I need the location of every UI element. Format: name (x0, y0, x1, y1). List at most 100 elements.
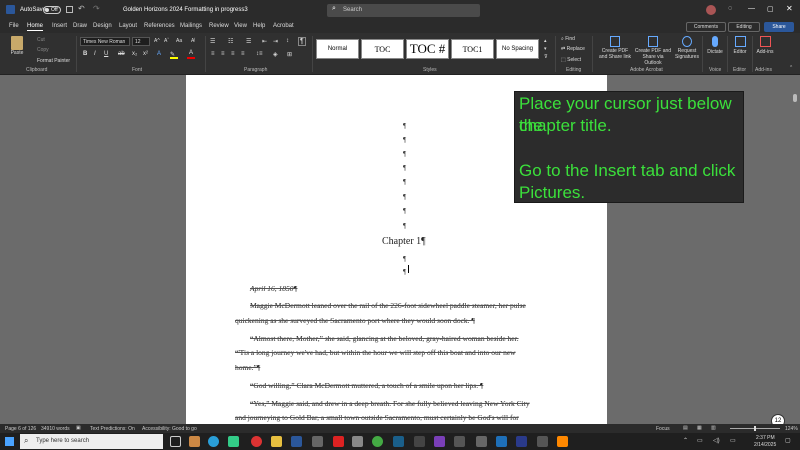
save-icon[interactable] (66, 6, 73, 13)
app-icon-12[interactable] (537, 436, 548, 447)
app-icon-7[interactable] (434, 436, 445, 447)
tab-acrobat[interactable]: Acrobat (273, 23, 294, 29)
app-icon-6[interactable] (414, 436, 425, 447)
minimize-icon[interactable]: — (748, 5, 755, 12)
tab-review[interactable]: Review (209, 23, 229, 29)
bullets-button[interactable]: ☰ (210, 38, 215, 45)
clock-time[interactable]: 2:37 PM (756, 435, 775, 441)
file-explorer-icon[interactable] (271, 436, 282, 447)
shading-button[interactable]: ◈ (273, 51, 278, 58)
zoom-level[interactable]: 124% (785, 426, 798, 432)
tab-references[interactable]: References (144, 23, 175, 29)
request-signatures-button[interactable]: Request Signatures (673, 36, 701, 60)
dictate-button[interactable]: Dictate (706, 36, 724, 55)
tab-draw[interactable]: Draw (73, 23, 87, 29)
acrobat-icon[interactable] (333, 436, 344, 447)
text-effects-button[interactable]: A (157, 51, 161, 57)
line-spacing-button[interactable]: ↕≡ (256, 51, 263, 57)
grow-font-button[interactable]: A^ (154, 38, 160, 44)
zoom-slider[interactable] (730, 426, 780, 431)
justify-button[interactable]: ≡ (241, 51, 245, 57)
styles-scroll-up-icon[interactable]: ▴ (544, 38, 547, 44)
cut-button[interactable]: Cut (37, 37, 45, 43)
app-icon-4[interactable] (352, 436, 363, 447)
volume-icon[interactable]: ◁) (713, 437, 720, 444)
clear-formatting-icon[interactable]: A̸ (191, 38, 194, 44)
shrink-font-button[interactable]: Aˇ (164, 38, 169, 44)
read-mode-icon[interactable]: ▤ (683, 425, 688, 431)
app-icon-3[interactable] (312, 436, 323, 447)
replace-button[interactable]: ⇄ Replace (561, 46, 585, 52)
sort-button[interactable]: ↕ (286, 38, 289, 44)
notification-center-icon[interactable]: ▢ (785, 437, 791, 444)
app-icon-8[interactable] (454, 436, 465, 447)
multilevel-list-button[interactable]: ☰ (246, 38, 251, 45)
create-pdf-outlook-button[interactable]: Create PDF and Share via Outlook (634, 36, 672, 66)
align-left-button[interactable]: ≡ (211, 51, 215, 57)
undo-icon[interactable]: ↶ (78, 4, 85, 13)
decrease-indent-button[interactable]: ⇤ (262, 38, 267, 45)
addins-button[interactable]: Add-ins (755, 36, 775, 55)
autosave-toggle[interactable]: Off (43, 6, 61, 14)
scrollbar-thumb[interactable] (793, 94, 797, 102)
tab-insert[interactable]: Insert (52, 23, 67, 29)
document-title[interactable]: Golden Horizons 2024 Formatting in progr… (123, 7, 248, 13)
taskbar-search-box[interactable]: ⌕ Type here to search (20, 434, 163, 449)
style-toc[interactable]: TOC (361, 39, 404, 59)
app-icon-2[interactable] (228, 436, 239, 447)
style-toc-hash[interactable]: TOC # (406, 39, 449, 59)
tab-design[interactable]: Design (93, 23, 112, 29)
chrome-icon-2[interactable] (372, 436, 383, 447)
highlight-color-button[interactable]: ✎ (170, 51, 178, 59)
app-icon-5[interactable] (393, 436, 404, 447)
redo-icon[interactable]: ↷ (93, 4, 100, 13)
page-count[interactable]: Page 6 of 126 (5, 426, 36, 432)
accessibility-status[interactable]: Accessibility: Good to go (142, 426, 197, 432)
styles-scroll-down-icon[interactable]: ▾ (544, 46, 547, 52)
chrome-icon[interactable] (251, 436, 262, 447)
comments-button[interactable]: Comments (686, 22, 726, 32)
app-icon-11[interactable] (516, 436, 527, 447)
find-button[interactable]: ⌕ Find (561, 36, 575, 42)
change-case-button[interactable]: Aa (176, 38, 182, 44)
windows-start-icon[interactable] (5, 437, 14, 446)
increase-indent-button[interactable]: ⇥ (273, 38, 278, 45)
print-layout-icon[interactable]: ▦ (697, 425, 702, 431)
app-icon-1[interactable] (189, 436, 200, 447)
text-predictions[interactable]: Text Predictions: On (90, 426, 135, 432)
borders-button[interactable]: ⊞ (287, 51, 292, 58)
tab-home[interactable]: Home (27, 23, 44, 31)
editing-mode-button[interactable]: Editing (728, 22, 760, 32)
tab-file[interactable]: File (9, 23, 19, 29)
editor-button[interactable]: Editor (731, 36, 749, 55)
tray-overflow-icon[interactable]: ⌃ (683, 437, 688, 444)
tab-mailings[interactable]: Mailings (180, 23, 202, 29)
superscript-button[interactable]: x² (143, 51, 148, 57)
numbering-button[interactable]: ☷ (228, 38, 233, 45)
align-center-button[interactable]: ≡ (221, 51, 225, 57)
create-pdf-share-link-button[interactable]: Create PDF and Share link (597, 36, 633, 60)
tab-view[interactable]: View (234, 23, 247, 29)
tab-help[interactable]: Help (253, 23, 265, 29)
underline-button[interactable]: U (104, 51, 108, 57)
font-color-button[interactable]: A (187, 50, 195, 59)
edge-icon[interactable] (208, 436, 219, 447)
style-normal[interactable]: Normal (316, 39, 359, 59)
format-painter-button[interactable]: Format Painter (37, 58, 70, 64)
copy-button[interactable]: Copy (37, 47, 49, 53)
app-icon-10[interactable] (496, 436, 507, 447)
web-layout-icon[interactable]: ▥ (711, 425, 716, 431)
network-icon[interactable]: ▭ (697, 437, 703, 444)
task-view-icon[interactable] (170, 436, 181, 447)
font-size-select[interactable]: 12 (132, 37, 150, 46)
subscript-button[interactable]: x₂ (132, 51, 137, 57)
focus-mode-button[interactable]: Focus (656, 426, 670, 432)
italic-button[interactable]: I (94, 51, 96, 57)
zoom-slider-thumb[interactable] (754, 426, 756, 431)
font-name-select[interactable]: Times New Roman (80, 37, 130, 46)
word-count[interactable]: 34910 words (41, 426, 70, 432)
close-icon[interactable]: ✕ (786, 4, 793, 13)
avatar[interactable] (706, 5, 716, 15)
lightbulb-icon[interactable]: ◌ (728, 5, 732, 12)
maximize-icon[interactable]: ▢ (767, 5, 774, 13)
